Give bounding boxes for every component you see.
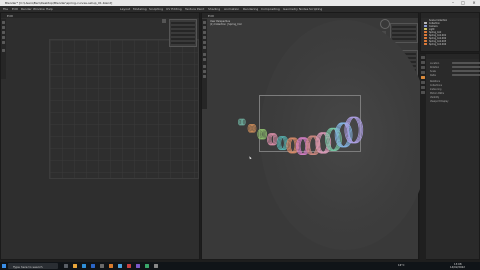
mail-icon[interactable]: [118, 264, 122, 268]
tool-tab-icon[interactable]: [421, 56, 425, 59]
workspace-tab-sculpting[interactable]: Sculpting: [149, 7, 163, 11]
erase-icon[interactable]: [203, 70, 206, 73]
media-icon[interactable]: [127, 264, 131, 268]
window-title: Blender* [C:\Users\Ben\Desktop\Blender\s…: [5, 1, 113, 5]
render-tab-icon[interactable]: [421, 61, 425, 64]
editor-grid[interactable]: [49, 39, 199, 179]
menu-help[interactable]: Help: [46, 7, 53, 11]
menu-edit[interactable]: Edit: [12, 7, 18, 11]
file-explorer-icon[interactable]: [73, 264, 77, 268]
workspace-tab-uv-editing[interactable]: UV Editing: [166, 7, 182, 11]
spring-coil[interactable]: [237, 118, 246, 126]
viewport-sidebar-panel[interactable]: [390, 23, 418, 43]
workspace-tab-scripting[interactable]: Scripting: [309, 7, 322, 11]
menu-render[interactable]: Render: [21, 7, 32, 11]
scene-tab-icon[interactable]: [421, 71, 425, 74]
settings-icon[interactable]: [100, 264, 104, 268]
transform-icon[interactable]: [203, 46, 206, 49]
data-tab-icon[interactable]: [421, 91, 425, 94]
taskbar-search-input[interactable]: Type here to search: [8, 263, 58, 269]
app-icon[interactable]: [154, 264, 158, 268]
scale-icon[interactable]: [203, 41, 206, 44]
scale-tool-icon[interactable]: [2, 41, 5, 44]
move-icon[interactable]: [203, 31, 206, 34]
workspace-tab-geometry-nodes[interactable]: Geometry Nodes: [283, 7, 308, 11]
measure-icon[interactable]: [203, 58, 206, 61]
spring-coil[interactable]: [247, 124, 257, 133]
workspace-tab-layout[interactable]: Layout: [120, 7, 130, 11]
store-icon[interactable]: [91, 264, 95, 268]
app-icon[interactable]: [136, 264, 140, 268]
annotate-tool-icon[interactable]: [2, 49, 5, 52]
workspace-tab-rendering[interactable]: Rendering: [243, 7, 258, 11]
blender-icon[interactable]: [109, 264, 113, 268]
windows-start-icon[interactable]: [2, 264, 6, 268]
viewport-mode[interactable]: Edit: [208, 14, 214, 18]
left-editor-header: Edit: [1, 13, 199, 18]
physics-tab-icon[interactable]: [421, 86, 425, 89]
output-tab-icon[interactable]: [421, 66, 425, 69]
annotate-icon[interactable]: [203, 53, 206, 56]
add-cube-icon[interactable]: [203, 75, 206, 78]
cursor-icon[interactable]: [203, 26, 206, 29]
move-tool-icon[interactable]: [2, 31, 5, 34]
workspace-tab-texture-paint[interactable]: Texture Paint: [185, 7, 204, 11]
menu-file[interactable]: File: [3, 7, 8, 11]
task-view-icon[interactable]: [64, 264, 68, 268]
spring-coil[interactable]: [344, 116, 364, 144]
modifier-tab-icon[interactable]: [421, 81, 425, 84]
weather-temperature[interactable]: 16°C: [398, 264, 404, 267]
workspace-tab-compositing[interactable]: Compositing: [261, 7, 280, 11]
properties-tabs: [420, 54, 426, 260]
clock-date[interactable]: 14/02/2022: [450, 266, 465, 269]
viewport-toolbar: [202, 19, 207, 109]
select-tool-icon[interactable]: [2, 21, 5, 24]
taskbar-search-placeholder: Type here to search: [13, 264, 43, 269]
workspace-tab-animation[interactable]: Animation: [224, 7, 239, 11]
left-sidebar-panel[interactable]: [169, 19, 197, 47]
outliner[interactable]: Scene Collection Collection Camera Light…: [420, 12, 480, 52]
sidebar-toggle-icon[interactable]: [162, 19, 166, 23]
select-box-icon[interactable]: [203, 21, 206, 24]
left-editor-mode[interactable]: Edit: [7, 14, 13, 18]
menu-window[interactable]: Window: [33, 7, 45, 11]
navigation-gizmo[interactable]: [380, 19, 390, 29]
spring-coil[interactable]: [266, 133, 278, 146]
viewport-header: Edit: [202, 13, 418, 18]
windows-taskbar: [0, 262, 480, 270]
left-editor[interactable]: Edit: [0, 12, 200, 260]
spring-coil[interactable]: [257, 129, 268, 140]
properties-editor[interactable]: Location Rotation Scale Delta Relations …: [420, 53, 480, 260]
rotate-icon[interactable]: [203, 36, 206, 39]
draw-icon[interactable]: [203, 65, 206, 68]
cursor-tool-icon[interactable]: [2, 26, 5, 29]
workspace-tab-shading[interactable]: Shading: [208, 7, 220, 11]
outliner-row[interactable]: Spring_Coil.004: [423, 43, 478, 46]
browser-icon[interactable]: [82, 264, 86, 268]
object-tab-icon[interactable]: [421, 76, 425, 79]
workspace-tab-modeling[interactable]: Modeling: [133, 7, 147, 11]
spring-coil[interactable]: [276, 136, 289, 151]
rotate-tool-icon[interactable]: [2, 36, 5, 39]
left-toolbar: [1, 19, 6, 79]
spreadsheet-icon[interactable]: [145, 264, 149, 268]
properties-header: [421, 54, 479, 59]
outliner-header: [421, 13, 479, 18]
viewport-info-object: (1) Collection | Spring_Coil: [210, 23, 242, 26]
